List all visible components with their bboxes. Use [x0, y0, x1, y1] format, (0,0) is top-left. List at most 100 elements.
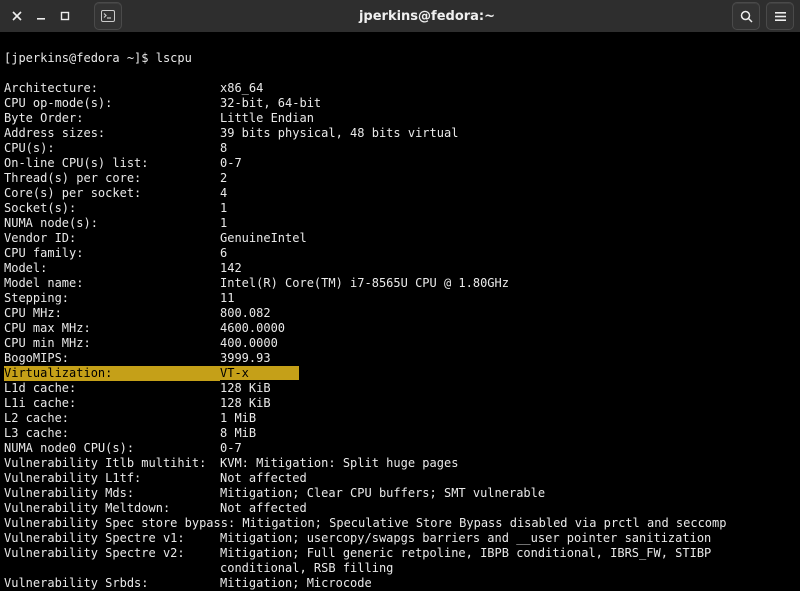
- field-value: x86_64: [220, 81, 263, 95]
- field-key: L2 cache:: [4, 411, 220, 426]
- field-value: 39 bits physical, 48 bits virtual: [220, 126, 458, 140]
- output-line: CPU MHz:800.082: [4, 306, 796, 321]
- window-controls: [6, 5, 76, 27]
- field-key: L1i cache:: [4, 396, 220, 411]
- output-line: CPU family:6: [4, 246, 796, 261]
- field-value: 800.082: [220, 306, 271, 320]
- output-line: NUMA node(s):1: [4, 216, 796, 231]
- field-key: Model:: [4, 261, 220, 276]
- terminal-icon: [101, 10, 115, 22]
- output-line: Vulnerability Mds:Mitigation; Clear CPU …: [4, 486, 796, 501]
- field-key: Core(s) per socket:: [4, 186, 220, 201]
- field-value: Mitigation; Microcode: [220, 576, 372, 590]
- field-value: 32-bit, 64-bit: [220, 96, 321, 110]
- field-key: CPU(s):: [4, 141, 220, 156]
- field-value: 3999.93: [220, 351, 271, 365]
- field-key: Socket(s):: [4, 201, 220, 216]
- command-text: lscpu: [156, 51, 192, 65]
- field-value: Mitigation; Speculative Store Bypass dis…: [242, 516, 726, 530]
- field-key: Vulnerability Itlb multihit:: [4, 456, 220, 471]
- field-key: Vulnerability Spectre v1:: [4, 531, 220, 546]
- output-line: Address sizes:39 bits physical, 48 bits …: [4, 126, 796, 141]
- field-key: CPU min MHz:: [4, 336, 220, 351]
- field-key: Vulnerability Spectre v2:: [4, 546, 220, 561]
- field-key: CPU max MHz:: [4, 321, 220, 336]
- field-value: Mitigation; usercopy/swapgs barriers and…: [220, 531, 711, 545]
- field-value: 4: [220, 186, 227, 200]
- output-line: Byte Order:Little Endian: [4, 111, 796, 126]
- window-title: jperkins@fedora:~: [122, 9, 732, 24]
- field-key: Model name:: [4, 276, 220, 291]
- minimize-icon: [36, 11, 46, 21]
- search-icon: [740, 10, 753, 23]
- field-key: NUMA node0 CPU(s):: [4, 441, 220, 456]
- output-line: BogoMIPS:3999.93: [4, 351, 796, 366]
- maximize-button[interactable]: [54, 5, 76, 27]
- field-key: Vendor ID:: [4, 231, 220, 246]
- field-key: Byte Order:: [4, 111, 220, 126]
- field-value: Not affected: [220, 471, 307, 485]
- new-tab-button[interactable]: [94, 2, 122, 30]
- output-line: Architecture:x86_64: [4, 81, 796, 96]
- field-key: BogoMIPS:: [4, 351, 220, 366]
- field-key: CPU MHz:: [4, 306, 220, 321]
- output-line: CPU min MHz:400.0000: [4, 336, 796, 351]
- output-line: Model:142: [4, 261, 796, 276]
- field-key: Thread(s) per core:: [4, 171, 220, 186]
- output-line: CPU op-mode(s):32-bit, 64-bit: [4, 96, 796, 111]
- field-key: Architecture:: [4, 81, 220, 96]
- output-line: Vulnerability Spectre v2:Mitigation; Ful…: [4, 546, 796, 561]
- field-value: Mitigation; Full generic retpoline, IBPB…: [220, 546, 711, 560]
- field-key: Vulnerability L1tf:: [4, 471, 220, 486]
- field-value: 6: [220, 246, 227, 260]
- field-value: Mitigation; Clear CPU buffers; SMT vulne…: [220, 486, 545, 500]
- field-key: Address sizes:: [4, 126, 220, 141]
- output-line: Vendor ID:GenuineIntel: [4, 231, 796, 246]
- field-key: Virtualization:: [4, 366, 220, 381]
- field-key: NUMA node(s):: [4, 216, 220, 231]
- field-key: Vulnerability Meltdown:: [4, 501, 220, 516]
- search-button[interactable]: [732, 2, 760, 30]
- maximize-icon: [60, 11, 70, 21]
- field-value: 1: [220, 201, 227, 215]
- field-value: 8: [220, 141, 227, 155]
- field-key: CPU op-mode(s):: [4, 96, 220, 111]
- field-key: CPU family:: [4, 246, 220, 261]
- output-line: CPU max MHz:4600.0000: [4, 321, 796, 336]
- output-line: On-line CPU(s) list:0-7: [4, 156, 796, 171]
- field-key: L3 cache:: [4, 426, 220, 441]
- output-line: CPU(s):8: [4, 141, 796, 156]
- output-line: Vulnerability Meltdown:Not affected: [4, 501, 796, 516]
- output-line: Vulnerability Srbds:Mitigation; Microcod…: [4, 576, 796, 591]
- field-value: 128 KiB: [220, 396, 271, 410]
- output-line: Stepping:11: [4, 291, 796, 306]
- field-value: 142: [220, 261, 242, 275]
- field-value: 0-7: [220, 441, 242, 455]
- output-line: Model name:Intel(R) Core(TM) i7-8565U CP…: [4, 276, 796, 291]
- close-button[interactable]: [6, 5, 28, 27]
- field-value: 128 KiB: [220, 381, 271, 395]
- field-value: KVM: Mitigation: Split huge pages: [220, 456, 458, 470]
- output-line: Socket(s):1: [4, 201, 796, 216]
- minimize-button[interactable]: [30, 5, 52, 27]
- output-line: Core(s) per socket:4: [4, 186, 796, 201]
- field-key: L1d cache:: [4, 381, 220, 396]
- field-value: 0-7: [220, 156, 242, 170]
- output-line: Vulnerability Spec store bypass: Mitigat…: [4, 516, 796, 531]
- field-value: 400.0000: [220, 336, 278, 350]
- output-line: Vulnerability L1tf:Not affected: [4, 471, 796, 486]
- field-value: 8 MiB: [220, 426, 256, 440]
- prompt-line: [jperkins@fedora ~]$ lscpu: [4, 51, 796, 66]
- field-value: GenuineIntel: [220, 231, 307, 245]
- window-titlebar: jperkins@fedora:~: [0, 0, 800, 32]
- output-line-continuation: conditional, RSB filling: [4, 561, 796, 576]
- output-line: L2 cache:1 MiB: [4, 411, 796, 426]
- field-value: 11: [220, 291, 234, 305]
- output-line: Thread(s) per core:2: [4, 171, 796, 186]
- field-value: Not affected: [220, 501, 307, 515]
- window-right-controls: [732, 2, 794, 30]
- field-value: 4600.0000: [220, 321, 285, 335]
- menu-button[interactable]: [766, 2, 794, 30]
- terminal-content[interactable]: [jperkins@fedora ~]$ lscpu Architecture:…: [0, 32, 800, 591]
- close-icon: [12, 11, 22, 21]
